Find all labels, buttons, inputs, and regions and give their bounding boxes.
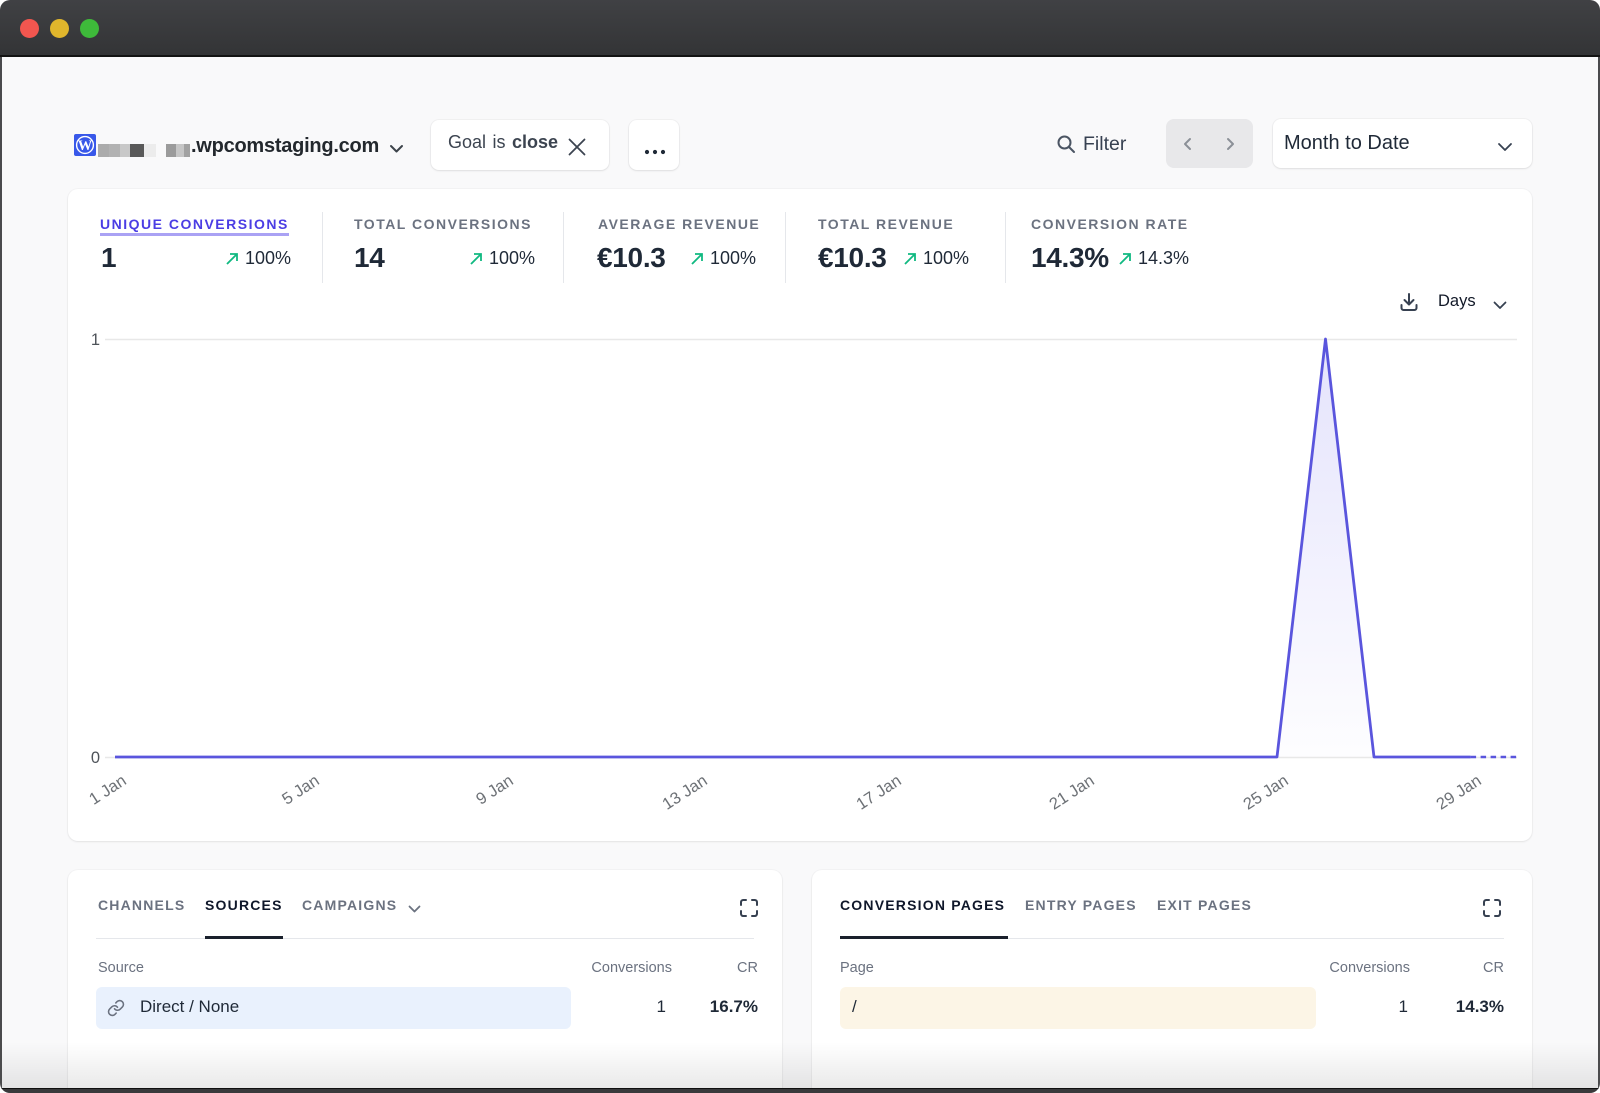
svg-text:W: W xyxy=(78,138,93,154)
